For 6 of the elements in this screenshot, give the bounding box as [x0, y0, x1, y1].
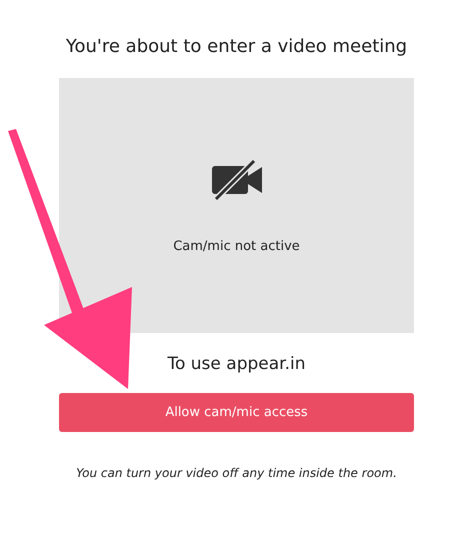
page-title: You're about to enter a video meeting	[66, 36, 408, 57]
allow-access-button[interactable]: Allow cam/mic access	[59, 393, 414, 432]
note-text: You can turn your video off any time inside the room.	[76, 466, 397, 480]
camera-off-icon	[210, 160, 264, 200]
camera-status-text: Cam/mic not active	[173, 239, 300, 254]
subtitle-text: To use appear.in	[167, 354, 306, 374]
